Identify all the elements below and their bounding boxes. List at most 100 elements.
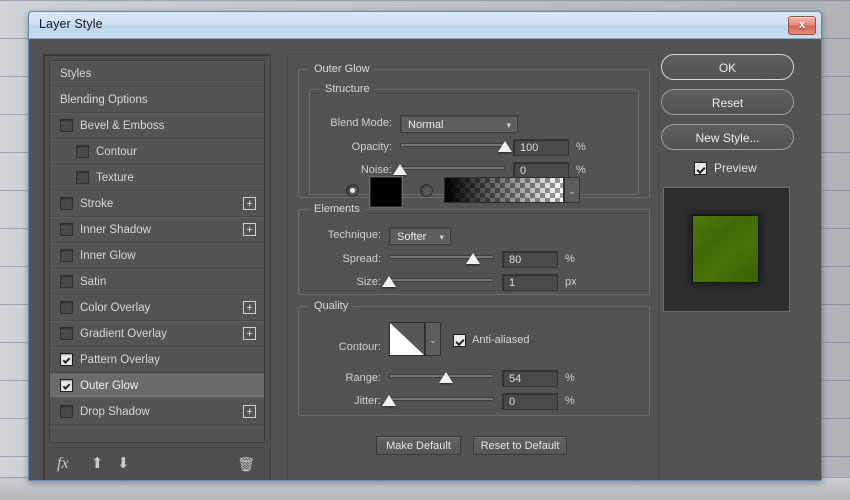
spread-input[interactable]: 80 (502, 251, 558, 268)
styles-toolbar: fx ⬆ ⬇ 🗑 (49, 447, 265, 480)
style-checkbox[interactable] (60, 118, 73, 132)
style-row-inner-shadow[interactable]: Inner Shadow + (50, 217, 264, 243)
anti-aliased-label: Anti-aliased (472, 334, 530, 346)
style-row-label: Drop Shadow (80, 406, 150, 418)
style-checkbox[interactable] (60, 326, 73, 340)
styles-list[interactable]: Styles Blending Options Bevel & Emboss Cont… (49, 60, 265, 443)
range-slider[interactable] (389, 370, 494, 384)
contour-preview[interactable] (389, 322, 425, 356)
style-row-texture[interactable]: Texture (50, 165, 264, 191)
add-effect-icon[interactable]: + (243, 197, 256, 210)
reset-to-default-button[interactable]: Reset to Default (473, 436, 567, 455)
size-slider[interactable] (382, 274, 494, 288)
style-row-drop-shadow[interactable]: Drop Shadow + (50, 399, 264, 425)
spread-label: Spread: (342, 253, 381, 265)
trash-icon[interactable]: 🗑 (237, 454, 255, 474)
dialog-title: Layer Style (39, 17, 103, 31)
dialog-titlebar[interactable]: Layer Style x (29, 12, 821, 39)
ok-button[interactable]: OK (661, 54, 794, 80)
make-default-button[interactable]: Make Default (376, 436, 461, 455)
style-row-label: Contour (96, 146, 137, 158)
style-row-contour[interactable]: Contour (50, 139, 264, 165)
jitter-input[interactable]: 0 (502, 393, 558, 410)
blend-mode-dropdown[interactable]: Normal ▾ (400, 115, 518, 133)
style-checkbox[interactable] (60, 300, 73, 314)
size-label: Size: (356, 276, 381, 288)
opacity-slider-thumb[interactable] (498, 141, 512, 152)
gradient-chevron-down-icon[interactable]: ⌄ (564, 177, 580, 203)
style-row-styles[interactable]: Styles (50, 61, 264, 87)
jitter-slider[interactable] (382, 393, 494, 407)
spread-slider[interactable] (389, 251, 494, 265)
structure-legend: Structure (325, 83, 370, 95)
style-row-label: Styles (60, 68, 92, 80)
opacity-unit: % (576, 141, 586, 153)
solid-color-radio[interactable] (346, 184, 359, 197)
style-checkbox[interactable] (60, 274, 73, 288)
style-checkbox[interactable] (60, 248, 73, 262)
noise-slider[interactable] (393, 162, 505, 176)
close-x-glyph: x (798, 19, 806, 31)
quality-legend: Quality (314, 300, 349, 312)
style-row-gradient-overlay[interactable]: Gradient Overlay + (50, 321, 264, 347)
contour-chevron-down-icon[interactable]: ⌄ (425, 322, 441, 356)
style-row-bevel-emboss[interactable]: Bevel & Emboss (50, 113, 264, 139)
style-row-satin[interactable]: Satin (50, 269, 264, 295)
style-checkbox[interactable] (60, 352, 73, 366)
blend-mode-label: Blend Mode: (330, 117, 392, 129)
chevron-down-icon: ▾ (439, 232, 444, 242)
add-effect-icon[interactable]: + (243, 301, 256, 314)
spread-slider-thumb[interactable] (466, 253, 480, 264)
gradient-preview[interactable] (444, 177, 564, 203)
move-up-icon[interactable]: ⬆ (91, 454, 104, 474)
style-row-inner-glow[interactable]: Inner Glow (50, 243, 264, 269)
opacity-input[interactable]: 100 (513, 139, 569, 156)
style-checkbox[interactable] (60, 404, 73, 418)
range-unit: % (565, 372, 575, 384)
preview-swatch (693, 216, 758, 282)
add-effect-icon[interactable]: + (243, 327, 256, 340)
range-input[interactable]: 54 (502, 370, 558, 387)
style-row-outer-glow[interactable]: Outer Glow (50, 373, 264, 399)
range-slider-thumb[interactable] (438, 372, 453, 383)
blend-mode-value: Normal (408, 119, 444, 131)
contour-label: Contour: (338, 341, 381, 353)
jitter-slider-thumb[interactable] (382, 395, 396, 406)
actions-column: OK Reset New Style... Preview (661, 54, 805, 312)
fx-icon[interactable]: fx (57, 454, 69, 474)
anti-aliased-checkbox[interactable] (453, 334, 466, 347)
style-row-color-overlay[interactable]: Color Overlay + (50, 295, 264, 321)
style-checkbox[interactable] (76, 170, 89, 184)
elements-legend: Elements (314, 203, 360, 215)
style-row-label: Color Overlay (80, 302, 151, 314)
preview-checkbox[interactable] (694, 162, 707, 175)
reset-button[interactable]: Reset (661, 89, 794, 115)
style-checkbox[interactable] (76, 144, 89, 158)
style-row-stroke[interactable]: Stroke + (50, 191, 264, 217)
opacity-label: Opacity: (351, 141, 392, 153)
style-checkbox[interactable] (60, 378, 73, 392)
new-style-button[interactable]: New Style... (661, 124, 794, 150)
structure-group: Structure Blend Mode: Normal ▾ Opacity: … (309, 83, 639, 207)
style-checkbox[interactable] (60, 196, 73, 210)
noise-label: Noise: (360, 164, 392, 176)
style-checkbox[interactable] (60, 222, 73, 236)
move-down-icon[interactable]: ⬇ (117, 454, 130, 474)
style-row-pattern-overlay[interactable]: Pattern Overlay (50, 347, 264, 373)
size-input[interactable]: 1 (502, 274, 558, 291)
close-icon[interactable]: x (788, 16, 816, 35)
size-slider-track (389, 278, 494, 282)
add-effect-icon[interactable]: + (243, 405, 256, 418)
noise-unit: % (576, 164, 586, 176)
size-unit: px (565, 276, 577, 288)
spread-unit: % (565, 253, 575, 265)
style-row-blending-options[interactable]: Blending Options (50, 87, 264, 113)
noise-slider-thumb[interactable] (393, 164, 407, 175)
gradient-radio[interactable] (420, 184, 433, 197)
noise-slider-track (400, 166, 505, 170)
technique-dropdown[interactable]: Softer ▾ (389, 227, 451, 245)
size-slider-thumb[interactable] (382, 276, 396, 287)
outer-glow-options: Outer Glow Structure Blend Mode: Normal … (287, 54, 659, 480)
opacity-slider[interactable] (400, 139, 512, 153)
add-effect-icon[interactable]: + (243, 223, 256, 236)
